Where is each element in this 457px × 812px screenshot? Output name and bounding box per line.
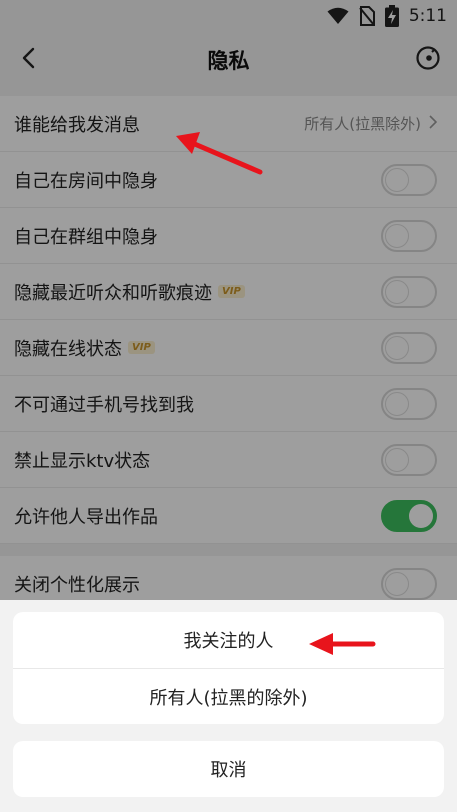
action-sheet: 我关注的人 所有人(拉黑的除外) 取消	[0, 600, 457, 812]
annotation-arrow-icon	[309, 633, 376, 655]
action-sheet-cancel-group: 取消	[13, 741, 444, 797]
option-following[interactable]: 我关注的人	[13, 612, 444, 668]
option-everyone-except-blocked[interactable]: 所有人(拉黑的除外)	[13, 668, 444, 724]
cancel-button[interactable]: 取消	[13, 741, 444, 797]
action-sheet-options: 我关注的人 所有人(拉黑的除外)	[13, 612, 444, 724]
annotation-arrow-icon	[176, 132, 263, 175]
